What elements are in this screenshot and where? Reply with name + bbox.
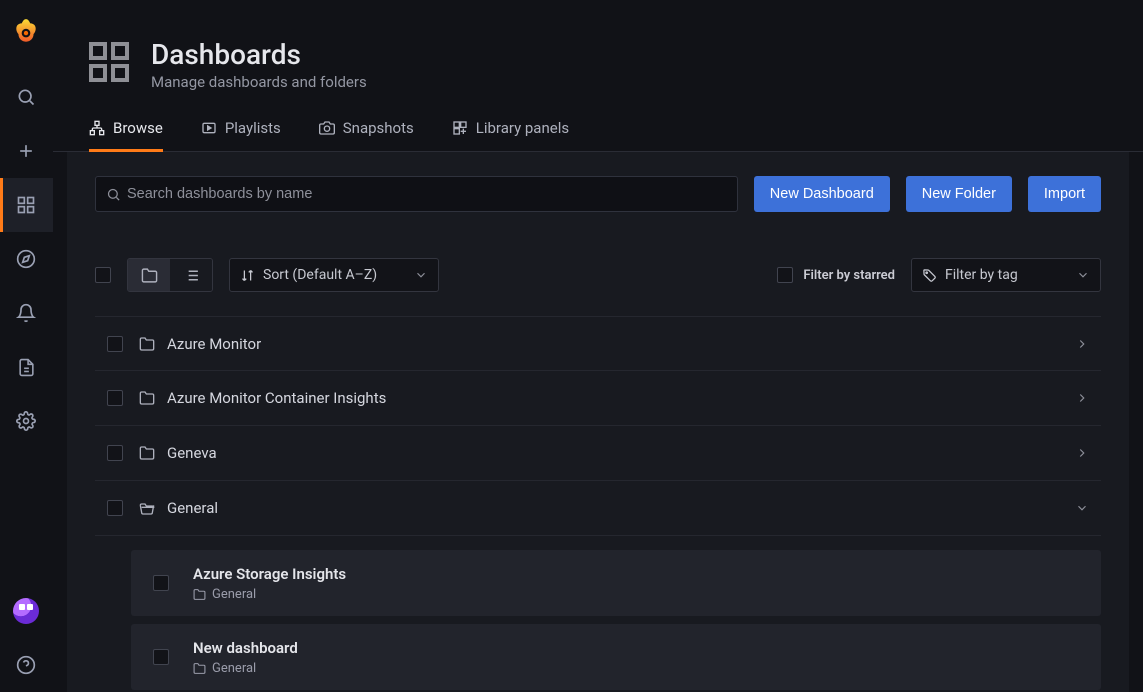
chevron-right-icon	[1075, 337, 1089, 351]
tab-browse[interactable]: Browse	[89, 119, 163, 152]
folder-icon	[139, 336, 155, 352]
view-list-button[interactable]	[170, 259, 212, 291]
search-input[interactable]	[127, 186, 727, 202]
row-checkbox[interactable]	[107, 336, 123, 352]
chevron-down-icon	[414, 268, 428, 282]
browse-panel: New Dashboard New Folder Import Sort (De…	[67, 152, 1129, 692]
dashboard-title: Azure Storage Insights	[193, 565, 346, 583]
folder-row[interactable]: Azure Monitor Container Insights	[95, 371, 1101, 426]
search-field-wrap[interactable]	[95, 176, 738, 212]
sort-label: Sort (Default A–Z)	[263, 267, 377, 283]
nav-profile[interactable]	[0, 584, 53, 638]
folder-row[interactable]: Azure Monitor	[95, 316, 1101, 371]
nav-search[interactable]	[0, 70, 53, 124]
sort-icon	[240, 268, 255, 283]
sort-select[interactable]: Sort (Default A–Z)	[229, 258, 439, 292]
chevron-right-icon	[1075, 446, 1089, 460]
tab-label: Library panels	[476, 119, 569, 137]
tab-playlists[interactable]: Playlists	[201, 119, 281, 152]
tab-label: Browse	[113, 119, 163, 137]
list-icon	[183, 267, 200, 284]
nav-reports[interactable]	[0, 340, 53, 394]
tag-icon	[922, 268, 937, 283]
toolbar: New Dashboard New Folder Import	[95, 176, 1101, 212]
filter-starred-toggle[interactable]: Filter by starred	[777, 267, 895, 283]
sitemap-icon	[89, 120, 105, 136]
dashboard-row[interactable]: Azure Storage Insights General	[131, 550, 1101, 616]
dashboard-folder: General	[212, 661, 256, 676]
row-checkbox[interactable]	[107, 500, 123, 516]
page-title: Dashboards	[151, 38, 367, 71]
filter-starred-checkbox[interactable]	[777, 267, 793, 283]
dashboard-title: New dashboard	[193, 639, 298, 657]
folder-icon	[193, 588, 206, 601]
nav-alerting[interactable]	[0, 286, 53, 340]
page-subtitle: Manage dashboards and folders	[151, 73, 367, 91]
new-folder-button[interactable]: New Folder	[906, 176, 1012, 212]
select-all-checkbox[interactable]	[95, 267, 111, 283]
camera-icon	[319, 120, 335, 136]
folder-children: Azure Storage Insights General New dashb…	[95, 550, 1101, 690]
nav-dashboards[interactable]	[0, 178, 53, 232]
folder-label: General	[167, 499, 218, 517]
folder-icon	[139, 445, 155, 461]
folder-icon	[139, 390, 155, 406]
page-header: Dashboards Manage dashboards and folders	[53, 0, 1143, 91]
avatar	[13, 598, 39, 624]
folder-label: Geneva	[167, 444, 217, 462]
folder-icon	[141, 267, 158, 284]
new-dashboard-button[interactable]: New Dashboard	[754, 176, 890, 212]
tab-label: Playlists	[225, 119, 281, 137]
side-nav	[0, 0, 53, 692]
main-content: Dashboards Manage dashboards and folders…	[53, 0, 1143, 692]
nav-configuration[interactable]	[0, 394, 53, 448]
tab-label: Snapshots	[343, 119, 414, 137]
filter-starred-label: Filter by starred	[803, 268, 895, 283]
view-folders-button[interactable]	[128, 259, 170, 291]
chevron-down-icon	[1076, 268, 1090, 282]
row-checkbox[interactable]	[107, 445, 123, 461]
chevron-right-icon	[1075, 391, 1089, 405]
nav-create[interactable]	[0, 124, 53, 178]
search-icon	[106, 187, 121, 202]
row-checkbox[interactable]	[153, 575, 169, 591]
filter-tag-label: Filter by tag	[945, 267, 1018, 283]
view-toggle	[127, 258, 213, 292]
nav-help[interactable]	[0, 638, 53, 692]
play-icon	[201, 120, 217, 136]
tab-library-panels[interactable]: Library panels	[452, 119, 569, 152]
tab-snapshots[interactable]: Snapshots	[319, 119, 414, 152]
dashboards-page-icon	[85, 38, 133, 86]
import-button[interactable]: Import	[1028, 176, 1101, 212]
folder-open-icon	[139, 500, 155, 516]
dashboard-list: Azure Monitor Azure Monitor Container In…	[95, 316, 1101, 690]
nav-explore[interactable]	[0, 232, 53, 286]
row-checkbox[interactable]	[153, 649, 169, 665]
chevron-down-icon	[1075, 501, 1089, 515]
grafana-logo[interactable]	[0, 12, 53, 52]
filter-tag-select[interactable]: Filter by tag	[911, 258, 1101, 292]
folder-label: Azure Monitor	[167, 335, 261, 353]
folder-row[interactable]: General	[95, 481, 1101, 536]
folder-row[interactable]: Geneva	[95, 426, 1101, 481]
library-icon	[452, 120, 468, 136]
tab-bar: Browse Playlists Snapshots Library panel…	[53, 91, 1143, 152]
filter-row: Sort (Default A–Z) Filter by starred Fil…	[95, 258, 1101, 292]
dashboard-row[interactable]: New dashboard General	[131, 624, 1101, 690]
row-checkbox[interactable]	[107, 390, 123, 406]
folder-label: Azure Monitor Container Insights	[167, 389, 386, 407]
dashboard-folder: General	[212, 587, 256, 602]
folder-icon	[193, 662, 206, 675]
